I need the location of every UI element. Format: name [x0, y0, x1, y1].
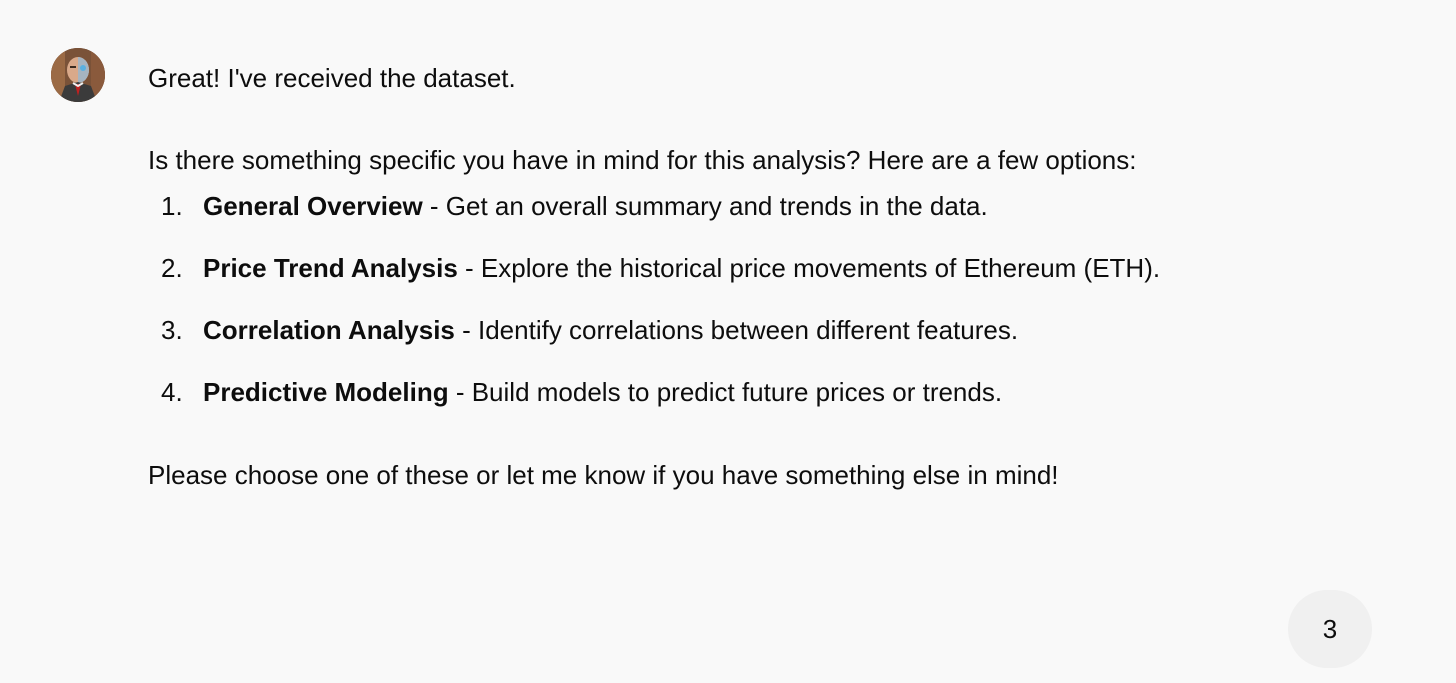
assistant-message: Great! I've received the dataset. Is the…	[148, 62, 1328, 491]
assistant-closing: Please choose one of these or let me kno…	[148, 460, 1059, 490]
list-item: 4. Predictive Modeling - Build models to …	[148, 376, 1328, 408]
list-item-title: Correlation Analysis	[203, 315, 455, 345]
user-message-bubble: 3	[1288, 590, 1372, 668]
user-message-text: 3	[1322, 613, 1338, 644]
list-item-number: 4.	[161, 377, 183, 407]
list-item: 3. Correlation Analysis - Identify correl…	[148, 314, 1328, 346]
bot-avatar-icon	[51, 48, 105, 102]
list-item-description: - Get an overall summary and trends in t…	[422, 191, 988, 221]
assistant-greeting: Great! I've received the dataset.	[148, 63, 516, 93]
options-list: 1. General Overview - Get an overall summ…	[148, 190, 1328, 408]
assistant-intro: Is there something specific you have in …	[148, 145, 1137, 175]
list-item-title: General Overview	[203, 191, 423, 221]
list-item-description: - Identify correlations between differen…	[454, 315, 1019, 345]
list-item-description: - Explore the historical price movements…	[457, 253, 1161, 283]
list-item-number: 2.	[161, 253, 183, 283]
list-item: 1. General Overview - Get an overall summ…	[148, 190, 1328, 222]
list-item-title: Price Trend Analysis	[203, 253, 458, 283]
list-item-title: Predictive Modeling	[203, 377, 449, 407]
list-item-number: 1.	[161, 191, 183, 221]
list-item-number: 3.	[161, 315, 183, 345]
list-item: 2. Price Trend Analysis - Explore the his…	[148, 252, 1328, 284]
list-item-description: - Build models to predict future prices …	[448, 377, 1003, 407]
